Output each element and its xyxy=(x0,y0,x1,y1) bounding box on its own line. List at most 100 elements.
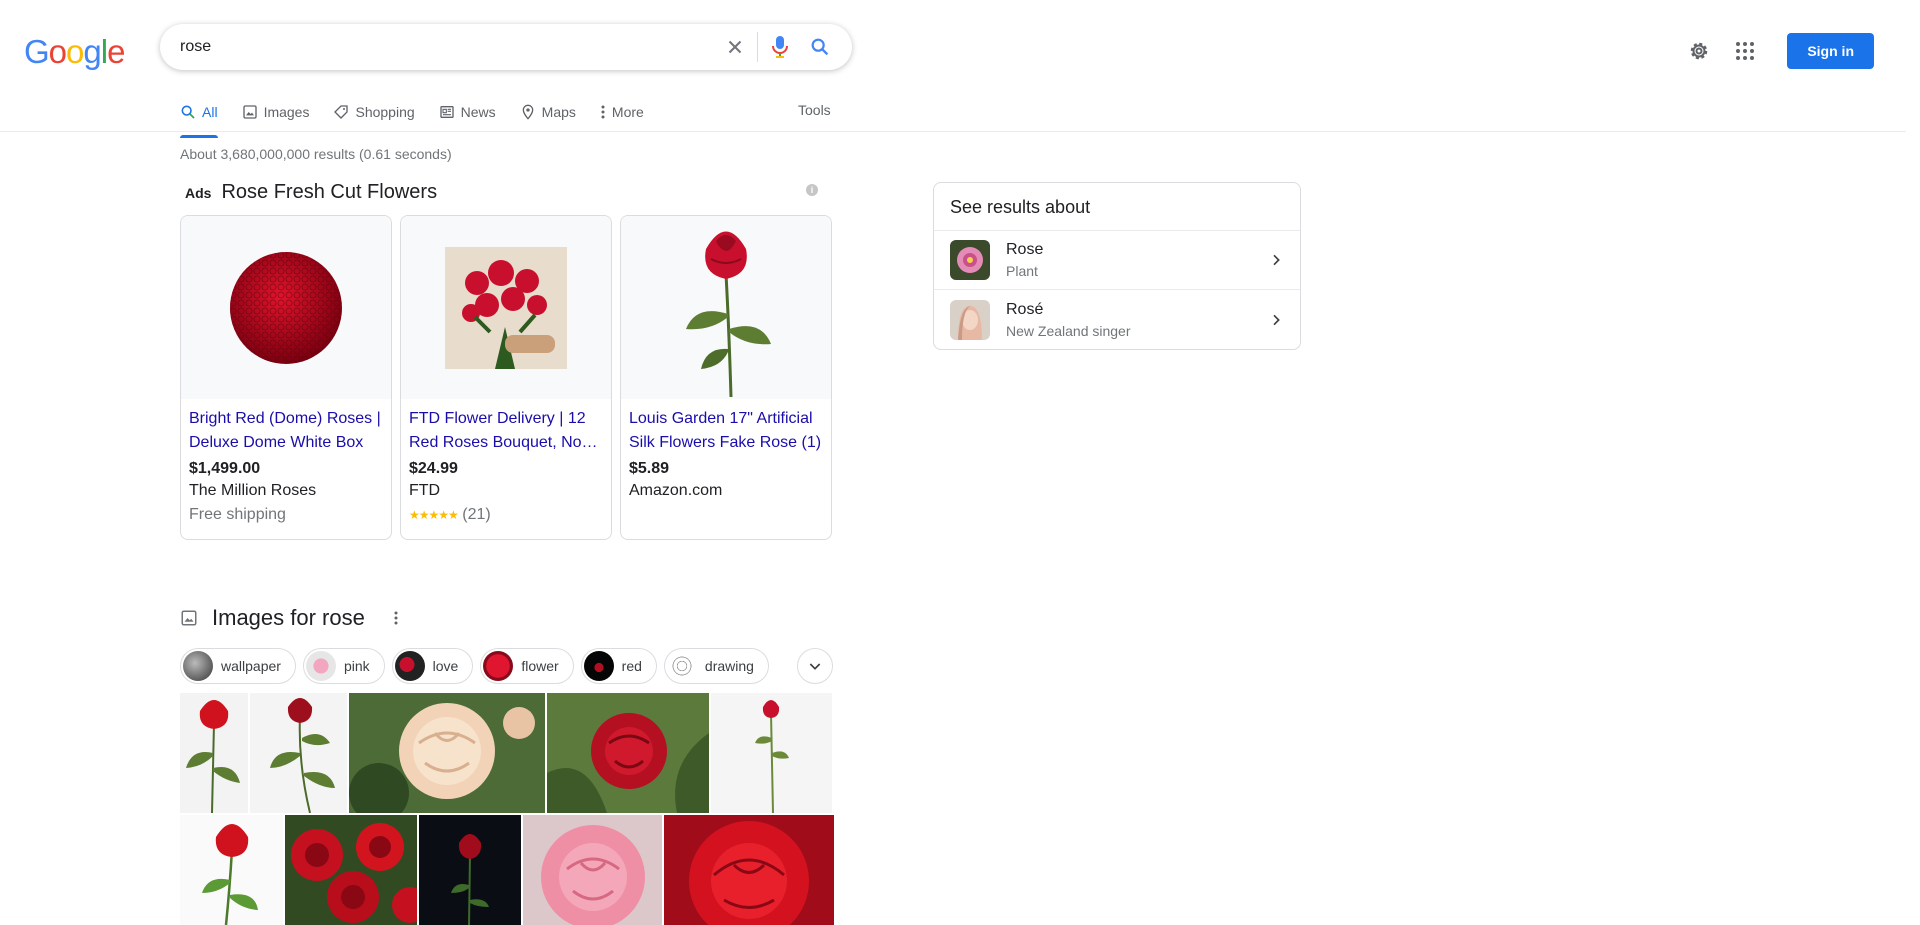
tab-all[interactable]: All xyxy=(180,96,230,138)
chip-label: drawing xyxy=(704,658,754,674)
ad-store: Amazon.com xyxy=(629,482,723,499)
search-box xyxy=(160,24,852,70)
tab-news[interactable]: News xyxy=(439,96,508,128)
search-divider xyxy=(757,32,758,62)
result-type: New Zealand singer xyxy=(1006,322,1131,339)
ads-header: Ads Rose Fresh Cut Flowers xyxy=(185,181,437,204)
ad-card[interactable]: FTD Flower Delivery | 12 Red Roses Bouqu… xyxy=(400,215,612,540)
search-icon[interactable] xyxy=(800,27,840,67)
pink-rose-image-thumbnail[interactable] xyxy=(523,815,662,925)
microphone-icon[interactable] xyxy=(760,27,800,67)
rose-image-thumbnail[interactable] xyxy=(180,815,283,925)
chip-thumbnail xyxy=(305,651,336,681)
ads-carousel: Bright Red (Dome) Roses | Deluxe Dome Wh… xyxy=(180,215,832,540)
result-about-rose-plant[interactable]: Rose Plant xyxy=(934,231,1300,290)
ad-title[interactable]: FTD Flower Delivery | 12 Red Roses Bouqu… xyxy=(409,407,603,455)
search-tabs: All Images Shopping News Maps More xyxy=(180,96,668,138)
ad-shipping: Free shipping xyxy=(189,506,286,523)
tab-images[interactable]: Images xyxy=(242,96,322,128)
chevron-right-icon xyxy=(1273,314,1280,325)
panel-heading: See results about xyxy=(934,183,1300,231)
ad-card[interactable]: Louis Garden 17" Artificial Silk Flowers… xyxy=(620,215,832,540)
chip-drawing[interactable]: drawing xyxy=(663,648,769,684)
expand-chips-chevron-down-icon[interactable] xyxy=(797,648,833,684)
image-icon xyxy=(242,105,257,119)
rating-count: (21) xyxy=(462,506,491,523)
logo-letter: o xyxy=(48,33,67,70)
chip-wallpaper[interactable]: wallpaper xyxy=(180,648,296,684)
sign-in-button[interactable]: Sign in xyxy=(1787,33,1874,69)
logo-letter: g xyxy=(83,33,101,70)
person-portrait-thumbnail xyxy=(950,299,990,340)
tag-icon xyxy=(334,105,349,119)
chip-label: flower xyxy=(521,658,559,674)
red-roses-image-thumbnail[interactable] xyxy=(285,815,417,925)
chevron-right-icon xyxy=(1273,254,1280,266)
google-logo[interactable]: Google xyxy=(24,33,125,71)
image-icon xyxy=(181,610,197,626)
ad-title[interactable]: Bright Red (Dome) Roses | Deluxe Dome Wh… xyxy=(189,407,383,455)
map-pin-icon xyxy=(522,104,534,120)
images-section-title[interactable]: Images for rose xyxy=(212,605,365,631)
chip-label: wallpaper xyxy=(221,658,281,674)
ad-price: $5.89 xyxy=(629,460,670,477)
chip-red[interactable]: red xyxy=(580,648,657,684)
logo-letter: o xyxy=(66,33,84,70)
chip-label: love xyxy=(432,658,459,674)
result-type: Plant xyxy=(1006,263,1038,279)
logo-letter: G xyxy=(24,33,50,70)
result-stats: About 3,680,000,000 results (0.61 second… xyxy=(180,146,452,162)
header-divider xyxy=(0,131,1906,132)
chip-pink[interactable]: pink xyxy=(302,648,385,684)
tools-button[interactable]: Tools xyxy=(798,102,831,118)
result-name: Rosé xyxy=(1006,300,1044,318)
result-name: Rose xyxy=(1006,241,1044,258)
more-vert-icon xyxy=(601,105,605,119)
search-input[interactable] xyxy=(180,38,715,56)
rating-stars: ★★★★★ xyxy=(409,508,459,522)
settings-gear-icon[interactable] xyxy=(1679,31,1719,71)
clear-icon[interactable] xyxy=(715,27,755,67)
see-results-about-panel: See results about Rose Plant Rosé New Ze… xyxy=(933,182,1301,350)
header-actions: Sign in xyxy=(1679,31,1874,71)
ad-card[interactable]: Bright Red (Dome) Roses | Deluxe Dome Wh… xyxy=(180,215,392,540)
chip-thumbnail xyxy=(394,651,425,681)
ads-title: Rose Fresh Cut Flowers xyxy=(221,181,438,203)
image-refinement-chips: wallpaper pink love flower red drawing xyxy=(180,648,769,684)
info-icon[interactable]: i xyxy=(806,184,818,196)
logo-letter: e xyxy=(107,33,125,70)
tab-label: Maps xyxy=(541,104,576,120)
tab-label: Shopping xyxy=(355,104,415,120)
image-grid-row xyxy=(180,693,832,813)
ads-label: Ads xyxy=(185,185,212,201)
ad-rating: ★★★★★ (21) xyxy=(409,503,603,527)
ad-image-rose-dome xyxy=(181,216,391,399)
tab-label: More xyxy=(611,104,644,120)
tab-label: Images xyxy=(263,104,310,120)
more-vert-icon[interactable] xyxy=(393,610,399,626)
tab-more[interactable]: More xyxy=(600,96,656,128)
chip-thumbnail xyxy=(583,651,614,681)
chip-thumbnail xyxy=(666,651,697,681)
peach-rose-image-thumbnail[interactable] xyxy=(349,693,545,813)
tab-shopping[interactable]: Shopping xyxy=(333,96,426,128)
search-icon xyxy=(181,105,195,119)
ad-store: The Million Roses xyxy=(189,482,317,499)
rose-image-thumbnail[interactable] xyxy=(711,693,832,813)
rose-image-thumbnail[interactable] xyxy=(250,693,347,813)
tab-label: All xyxy=(202,104,218,120)
red-rose-closeup-image-thumbnail[interactable] xyxy=(664,815,834,925)
tab-maps[interactable]: Maps xyxy=(520,96,588,128)
images-section-header: Images for rose xyxy=(180,605,399,631)
ad-store: FTD xyxy=(409,482,441,499)
ad-title[interactable]: Louis Garden 17" Artificial Silk Flowers… xyxy=(629,407,823,455)
ad-price: $1,499.00 xyxy=(189,460,261,477)
apps-grid-icon[interactable] xyxy=(1725,31,1765,71)
chip-label: pink xyxy=(343,658,370,674)
red-rose-image-thumbnail[interactable] xyxy=(547,693,709,813)
chip-flower[interactable]: flower xyxy=(480,648,574,684)
rose-image-thumbnail[interactable] xyxy=(180,693,248,813)
rose-dark-background-image-thumbnail[interactable] xyxy=(419,815,521,925)
result-about-rose-singer[interactable]: Rosé New Zealand singer xyxy=(934,290,1300,349)
chip-love[interactable]: love xyxy=(391,648,474,684)
